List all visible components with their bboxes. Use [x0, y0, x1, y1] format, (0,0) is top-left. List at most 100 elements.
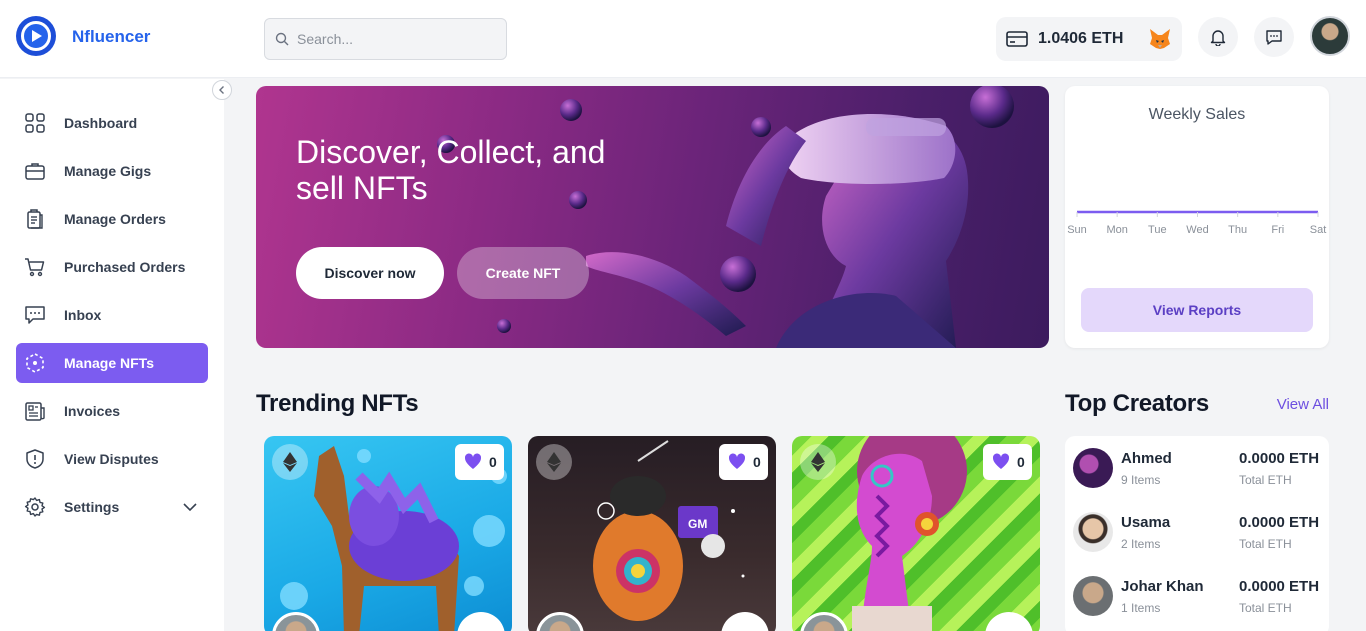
- card-icon: [1006, 31, 1028, 47]
- sidebar-item-invoices[interactable]: Invoices: [16, 391, 208, 431]
- sidebar-item-label: Invoices: [64, 403, 121, 419]
- sidebar-item-manage-orders[interactable]: Manage Orders: [16, 199, 208, 239]
- ethereum-badge: [272, 444, 308, 480]
- brand-name[interactable]: Nfluencer: [72, 27, 150, 47]
- creator-name: Usama: [1121, 514, 1171, 531]
- top-creators-list: Ahmed 9 Items 0.0000 ETH Total ETH Usama…: [1065, 436, 1329, 631]
- sidebar-collapse-button[interactable]: [212, 80, 232, 100]
- sidebar-item-view-disputes[interactable]: View Disputes: [16, 439, 208, 479]
- gear-icon: [24, 497, 46, 517]
- creator-total-label: Total ETH: [1239, 601, 1292, 615]
- clipboard-icon: [27, 209, 43, 229]
- sidebar-item-label: Settings: [64, 499, 120, 515]
- like-button[interactable]: 0: [455, 444, 504, 480]
- wallet-amount: 1.0406 ETH: [1038, 30, 1124, 47]
- chevron-down-icon[interactable]: [182, 499, 198, 515]
- view-all-link[interactable]: View All: [1260, 396, 1329, 413]
- invoice-icon: [25, 402, 45, 421]
- x-tick-label: Fri: [1271, 224, 1284, 236]
- creator-eth: 0.0000 ETH: [1239, 578, 1320, 595]
- ethereum-icon: [811, 452, 825, 472]
- x-tick-label: Sun: [1067, 224, 1087, 236]
- x-tick-label: Mon: [1106, 224, 1127, 236]
- create-nft-button[interactable]: Create NFT: [457, 247, 589, 299]
- hero-illustration: [437, 86, 1014, 348]
- creator-name: Ahmed: [1121, 450, 1172, 467]
- messages-button[interactable]: [1254, 17, 1294, 57]
- nft-card[interactable]: 0: [264, 436, 512, 631]
- sidebar-item-label: Purchased Orders: [64, 259, 186, 275]
- trending-nfts-heading: Trending NFTs: [256, 390, 419, 417]
- creator-row[interactable]: Ahmed 9 Items 0.0000 ETH Total ETH: [1073, 444, 1321, 496]
- nft-card[interactable]: GM 0: [528, 436, 776, 631]
- creator-avatar: [1073, 448, 1113, 488]
- x-tick-label: Tue: [1148, 224, 1167, 236]
- hero-title: Discover, Collect, and sell NFTs: [296, 134, 606, 206]
- creator-name: Johar Khan: [1121, 578, 1204, 595]
- sidebar-item-label: Manage NFTs: [64, 355, 154, 371]
- search-input[interactable]: [297, 27, 497, 51]
- metamask-fox-icon: [1150, 29, 1170, 49]
- briefcase-icon: [25, 163, 45, 180]
- heart-icon: [464, 453, 482, 469]
- like-count: 0: [753, 454, 761, 470]
- sidebar-item-label: Dashboard: [64, 115, 138, 131]
- sidebar-item-manage-gigs[interactable]: Manage Gigs: [16, 151, 208, 191]
- like-count: 0: [1017, 454, 1025, 470]
- nft-icon: [26, 353, 44, 373]
- sidebar-item-label: View Disputes: [64, 451, 159, 467]
- sidebar-item-label: Manage Gigs: [64, 163, 152, 179]
- creator-row[interactable]: Johar Khan 1 Items 0.0000 ETH Total ETH: [1073, 572, 1321, 624]
- chat-icon: [25, 306, 45, 324]
- creator-items: 1 Items: [1121, 601, 1161, 615]
- creator-row[interactable]: Usama 2 Items 0.0000 ETH Total ETH: [1073, 508, 1321, 560]
- grid-icon: [25, 113, 45, 133]
- bell-icon: [1210, 30, 1226, 46]
- sidebar-item-label: Manage Orders: [64, 211, 166, 227]
- heart-icon: [992, 453, 1010, 469]
- creator-total-label: Total ETH: [1239, 473, 1292, 487]
- top-creators-heading: Top Creators: [1065, 390, 1209, 417]
- like-button[interactable]: 0: [983, 444, 1032, 480]
- like-button[interactable]: 0: [719, 444, 768, 480]
- creator-eth: 0.0000 ETH: [1239, 514, 1320, 531]
- hero-banner: Discover, Collect, and sell NFTs Discove…: [256, 86, 1049, 348]
- sidebar-item-manage-nfts[interactable]: Manage NFTs: [16, 343, 208, 383]
- logo-icon[interactable]: [16, 16, 56, 56]
- ethereum-badge: [536, 444, 572, 480]
- nft-card[interactable]: 0: [792, 436, 1040, 631]
- creator-total-label: Total ETH: [1239, 537, 1292, 551]
- chevron-left-icon: [219, 86, 224, 94]
- weekly-sales-chart: Sun Mon Tue Wed Thu Fri Sat: [1067, 210, 1327, 236]
- svg-text:GM: GM: [688, 517, 707, 531]
- discover-now-button[interactable]: Discover now: [296, 247, 444, 299]
- creator-items: 9 Items: [1121, 473, 1161, 487]
- top-bar: Nfluencer 1.0406 ETH: [0, 0, 1366, 78]
- sidebar: Dashboard Manage Gigs Manage Orders Purc…: [0, 79, 224, 631]
- ethereum-badge: [800, 444, 836, 480]
- sidebar-item-label: Inbox: [64, 307, 102, 323]
- creator-avatar: [1073, 576, 1113, 616]
- sidebar-item-purchased-orders[interactable]: Purchased Orders: [16, 247, 208, 287]
- x-tick-label: Thu: [1228, 224, 1247, 236]
- creator-items: 2 Items: [1121, 537, 1161, 551]
- creator-avatar: [1073, 512, 1113, 552]
- ethereum-icon: [283, 452, 297, 472]
- heart-icon: [728, 453, 746, 469]
- x-tick-label: Sat: [1310, 224, 1327, 236]
- sidebar-item-inbox[interactable]: Inbox: [16, 295, 208, 335]
- sidebar-item-settings[interactable]: Settings: [16, 487, 208, 527]
- weekly-sales-title: Weekly Sales: [1148, 106, 1246, 123]
- notifications-button[interactable]: [1198, 17, 1238, 57]
- wallet-balance[interactable]: 1.0406 ETH: [996, 17, 1182, 61]
- like-count: 0: [489, 454, 497, 470]
- user-avatar[interactable]: [1310, 16, 1350, 56]
- x-tick-label: Wed: [1186, 224, 1208, 236]
- sidebar-item-dashboard[interactable]: Dashboard: [16, 103, 208, 143]
- view-reports-button[interactable]: View Reports: [1081, 288, 1313, 332]
- cart-icon: [25, 258, 45, 277]
- ethereum-icon: [547, 452, 561, 472]
- search-box[interactable]: [264, 18, 507, 60]
- weekly-sales-card: Weekly Sales Sun Mon Tue Wed Thu Fri Sat View …: [1065, 86, 1329, 348]
- search-icon: [275, 32, 289, 46]
